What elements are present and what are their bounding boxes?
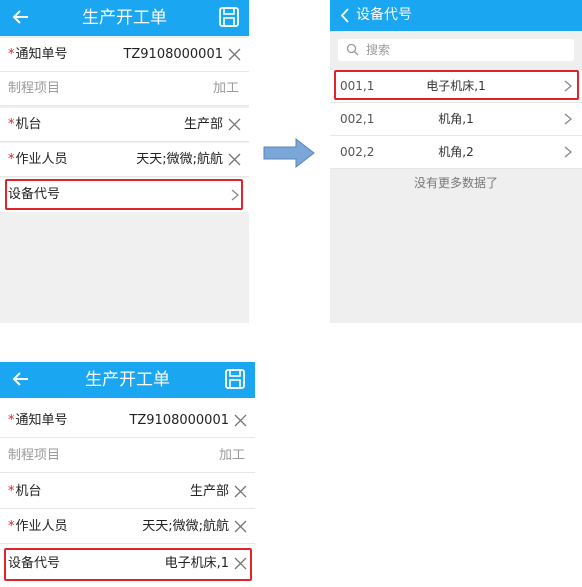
chevron-right-icon: [564, 113, 572, 125]
page-title: 设备代号: [356, 7, 412, 23]
screen-equipment-picker: 设备代号 搜索 001,1 电子机床,1 002,1 机角,1 002,2 机角…: [330, 0, 582, 323]
row-label: *机台: [8, 484, 42, 499]
clear-icon[interactable]: [234, 485, 247, 498]
row-label: 制程项目: [8, 448, 61, 463]
form-row-process-item: 制程项目 加工: [0, 439, 255, 473]
save-icon[interactable]: [224, 368, 246, 390]
clear-icon[interactable]: [228, 153, 241, 166]
row-value: 加工: [218, 448, 245, 463]
list-item[interactable]: 002,2 机角,2: [330, 136, 582, 169]
clear-icon[interactable]: [234, 414, 247, 427]
back-chevron-icon[interactable]: [340, 8, 350, 23]
form-row-machine[interactable]: *机台 生产部: [0, 475, 255, 509]
row-value: TZ9108000001: [129, 413, 229, 428]
row-label: *通知单号: [8, 413, 68, 428]
highlight-equipment-row: [5, 179, 243, 210]
clear-icon[interactable]: [234, 520, 247, 533]
row-label: *通知单号: [8, 47, 68, 62]
row-value: 生产部: [189, 484, 229, 499]
row-label: *作业人员: [8, 152, 68, 167]
search-input[interactable]: 搜索: [338, 39, 574, 61]
highlight-equipment-row: [4, 548, 252, 581]
row-label: 制程项目: [8, 81, 61, 96]
no-more-data-text: 没有更多数据了: [413, 176, 498, 190]
flow-arrow-icon: [263, 138, 315, 168]
screen-work-order-filled: 生产开工单 *通知单号 TZ9108000001 制程项目 加工 *机台 生产部…: [0, 362, 255, 587]
chevron-right-icon: [564, 146, 572, 158]
page-title: 生产开工单: [82, 8, 167, 28]
item-name: 机角,1: [438, 112, 474, 126]
form-row-process-item: 制程项目 加工: [0, 72, 249, 106]
app-header: 设备代号: [330, 0, 582, 31]
page-title: 生产开工单: [85, 370, 170, 390]
form-row-operators[interactable]: *作业人员 天天;微微;航航: [0, 143, 249, 177]
row-value: 天天;微微;航航: [136, 152, 223, 167]
list-item[interactable]: 002,1 机角,1: [330, 103, 582, 136]
search-icon: [346, 43, 359, 56]
app-header: 生产开工单: [0, 0, 249, 36]
form-row-notice-no[interactable]: *通知单号 TZ9108000001: [0, 404, 255, 438]
item-name: 机角,2: [438, 145, 474, 159]
form-row-notice-no[interactable]: *通知单号 TZ9108000001: [0, 38, 249, 72]
row-value: 加工: [212, 81, 239, 96]
app-header: 生产开工单: [0, 362, 255, 398]
search-placeholder: 搜索: [366, 43, 391, 57]
save-icon[interactable]: [218, 6, 240, 28]
row-value: 天天;微微;航航: [142, 519, 229, 534]
row-label: *作业人员: [8, 519, 68, 534]
form-row-operators[interactable]: *作业人员 天天;微微;航航: [0, 510, 255, 544]
row-value: 生产部: [183, 117, 223, 132]
row-label: *机台: [8, 117, 42, 132]
clear-icon[interactable]: [228, 118, 241, 131]
screen-work-order-initial: 生产开工单 *通知单号 TZ9108000001 制程项目 加工 *机台 生产部…: [0, 0, 249, 323]
form-row-machine[interactable]: *机台 生产部: [0, 108, 249, 142]
row-value: TZ9108000001: [123, 47, 223, 62]
clear-icon[interactable]: [228, 48, 241, 61]
highlight-selected-item: [334, 70, 579, 100]
